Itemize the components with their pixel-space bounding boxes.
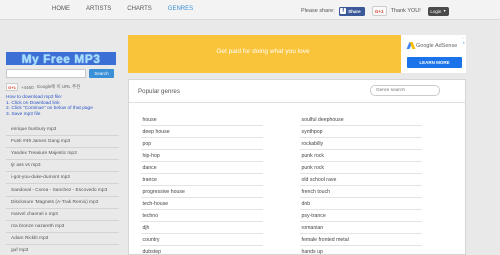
nav-home[interactable]: HOME	[52, 6, 70, 12]
share-label: Please share:	[301, 8, 335, 14]
genre-link[interactable]: dance	[141, 162, 263, 174]
genre-link[interactable]: progressive house	[141, 186, 263, 198]
genre-link[interactable]: rockabilly	[300, 138, 422, 150]
nav-genres[interactable]: GENRES	[168, 6, 193, 12]
genre-link[interactable]: old school rave	[300, 174, 422, 186]
close-icon[interactable]: ✕	[462, 41, 465, 45]
gplus-button[interactable]: G+1	[371, 6, 387, 16]
list-item[interactable]: Funk #49 James Gang mp3	[6, 136, 119, 149]
genre-link[interactable]: deep house	[141, 126, 263, 138]
gplus-small-button[interactable]: G+1	[6, 83, 18, 91]
gplus-recommend: G+1 +4460 Google에 이 URL 추천	[6, 83, 80, 91]
caret-down-icon: ▼	[442, 9, 447, 13]
adsense-brand: Google AdSense	[406, 42, 458, 49]
genre-link[interactable]: pop	[141, 138, 263, 150]
genre-link[interactable]: romanian	[300, 222, 422, 234]
list-item[interactable]: marvel channel x mp3	[6, 209, 119, 221]
list-item[interactable]: Adam Ricklit mp3	[6, 233, 119, 245]
genre-link[interactable]: tech-house	[141, 198, 263, 210]
genre-link[interactable]: french touch	[300, 186, 422, 198]
genre-search-input[interactable]	[370, 85, 440, 96]
genre-link[interactable]: female fronted metal	[300, 234, 422, 246]
login-button[interactable]: Login ▼	[427, 6, 449, 16]
genre-link[interactable]: techno	[141, 210, 263, 222]
genre-link[interactable]: country	[141, 234, 263, 246]
list-item[interactable]: Yandex Treasure Majestic mp3	[6, 148, 119, 161]
adsense-banner[interactable]: Get paid for doing what you love i ✕ Goo…	[128, 35, 466, 73]
genre-link[interactable]: psy-trance	[300, 210, 422, 222]
facebook-share-label: Share	[348, 8, 361, 14]
genre-link[interactable]: dubstep	[141, 246, 263, 255]
site-search: Search	[6, 69, 114, 78]
gplus-text: Google에 이 URL 추천	[36, 84, 81, 89]
site-logo[interactable]: My Free MP3	[6, 52, 116, 66]
genre-column-right: soulful deephouse synthpop rockabilly pu…	[300, 114, 422, 255]
adsense-box: i ✕ Google AdSense LEARN MORE	[401, 35, 466, 73]
genre-link[interactable]: hip-hop	[141, 150, 263, 162]
ad-headline: Get paid for doing what you love	[216, 48, 310, 55]
list-item[interactable]: rza bronze nazareth mp3	[6, 221, 119, 233]
genre-column-left: house deep house pop hip-hop dance tranc…	[141, 114, 263, 255]
gplus-count: +4460	[21, 84, 34, 90]
list-item[interactable]: i-got-you-duke-dumont mp3	[6, 172, 119, 185]
recent-searches-list: enrique bunbury mp3 Funk #49 James Gang …	[6, 124, 119, 255]
thanks-text: Thank YOU!	[390, 8, 421, 14]
facebook-icon: f	[340, 8, 347, 14]
facebook-share-button[interactable]: f Share	[338, 6, 365, 16]
list-item[interactable]: Sandoval - Corea - Sanchez - Escovedo mp…	[6, 184, 119, 197]
genre-link[interactable]: punk rock	[300, 162, 422, 174]
list-item[interactable]: enrique bunbury mp3	[6, 124, 119, 137]
genre-link[interactable]: house	[141, 114, 263, 126]
search-button[interactable]: Search	[89, 69, 114, 78]
genre-link[interactable]: soulful deephouse	[300, 114, 422, 126]
top-navbar: HOME ARTISTS CHARTS GENRES Please share:…	[0, 0, 500, 20]
list-item[interactable]: Disclosure 'Magnets (A-Trak Remix) mp3	[6, 197, 119, 209]
genres-header: Popular genres	[129, 80, 465, 103]
download-instructions: How to download mp3 file: 1. Click on Do…	[6, 95, 121, 117]
genres-panel: Popular genres house deep house pop hip-…	[128, 79, 466, 255]
share-area: Please share: f Share G+1 Thank YOU! Log…	[301, 6, 449, 16]
main-nav: HOME ARTISTS CHARTS GENRES	[52, 6, 193, 12]
page-title: Popular genres	[138, 88, 180, 95]
learn-more-button[interactable]: LEARN MORE	[407, 57, 462, 68]
list-item[interactable]: guf mp3	[6, 245, 119, 255]
genre-link[interactable]: hands up	[300, 246, 422, 255]
list-item[interactable]: tjr ass vs mp3	[6, 160, 119, 173]
adsense-logo-icon	[406, 42, 415, 49]
login-label: Login	[430, 8, 442, 14]
genre-link[interactable]: punk rock	[300, 150, 422, 162]
genre-link[interactable]: synthpop	[300, 126, 422, 138]
genre-link[interactable]: dnb	[300, 198, 422, 210]
howto-line: 3. Save mp3 file	[6, 111, 41, 117]
info-icon[interactable]: i	[461, 36, 465, 40]
genre-link[interactable]: djh	[141, 222, 263, 234]
search-input[interactable]	[6, 69, 86, 78]
adsense-brand-label: Google AdSense	[416, 42, 458, 49]
nav-charts[interactable]: CHARTS	[127, 6, 152, 12]
nav-artists[interactable]: ARTISTS	[86, 6, 111, 12]
genre-link[interactable]: trance	[141, 174, 263, 186]
